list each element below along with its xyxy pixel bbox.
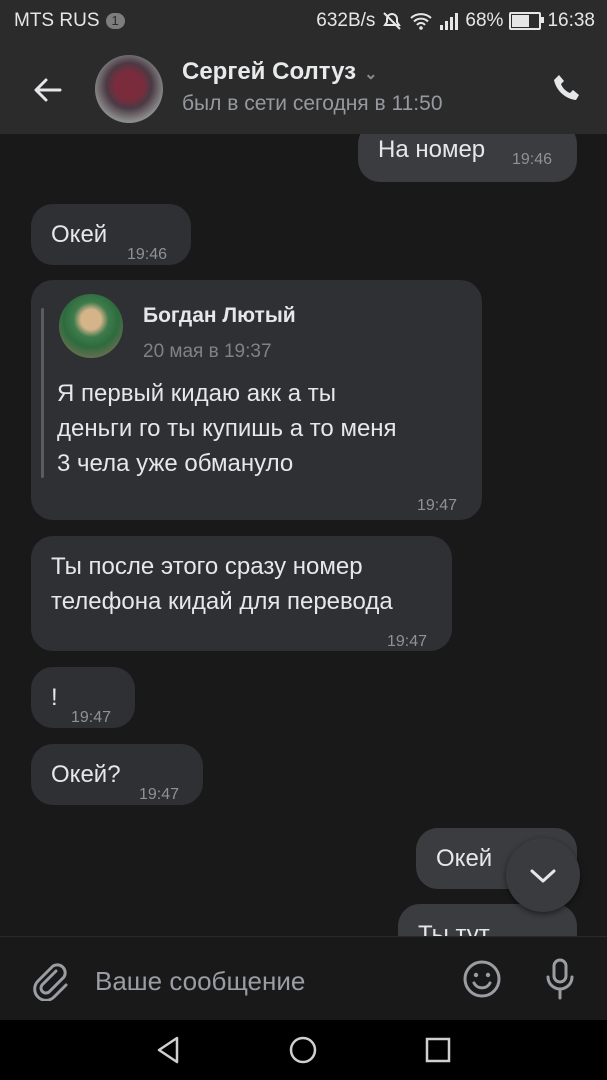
message-text: На номер — [378, 136, 486, 163]
message-time: 19:47 — [71, 709, 112, 726]
clock: 16:38 — [547, 10, 595, 31]
phone-icon[interactable] — [551, 72, 583, 104]
net-speed: 632B/s — [316, 10, 376, 31]
battery-percent: 68% — [465, 10, 504, 31]
message-bubble-incoming[interactable]: ! 19:47 — [31, 667, 135, 728]
status-bar: MTS RUS 1 632B/s 68% 16:38 — [0, 0, 607, 42]
message-input[interactable] — [95, 961, 435, 1001]
back-arrow-icon[interactable] — [30, 72, 66, 108]
paperclip-icon[interactable] — [28, 957, 68, 1001]
home-circle-icon[interactable] — [287, 1034, 319, 1066]
message-time: 19:47 — [417, 497, 458, 514]
message-text: Окей — [436, 845, 493, 872]
forwarded-author-name[interactable]: Богдан Лютый — [143, 298, 296, 333]
message-text: Ты тут — [418, 921, 490, 936]
recents-square-icon[interactable] — [422, 1034, 454, 1066]
notification-badge: 1 — [105, 13, 125, 29]
status-right: 632B/s 68% 16:38 — [316, 10, 595, 32]
message-composer — [0, 936, 607, 1021]
system-navigation-bar — [0, 1020, 607, 1080]
microphone-icon[interactable] — [540, 957, 580, 1001]
battery-fill — [512, 15, 529, 27]
contact-name-row[interactable]: Сергей Солтуз ⌄ — [182, 58, 377, 86]
message-text: ! — [51, 684, 58, 711]
wifi-icon — [410, 13, 433, 30]
signal-icon — [440, 13, 459, 30]
contact-avatar[interactable] — [95, 55, 163, 123]
message-list[interactable]: На номер 19:46 Окей 19:46 Богдан Лютый 2… — [0, 134, 607, 936]
status-left: MTS RUS 1 — [14, 10, 125, 32]
message-time: 19:47 — [139, 786, 180, 803]
carrier-name: MTS RUS — [14, 10, 100, 31]
forwarded-message-bubble[interactable]: Богдан Лютый 20 мая в 19:37 Я первый кид… — [31, 280, 482, 520]
message-bubble-incoming[interactable]: Окей? 19:47 — [31, 744, 203, 805]
chat-header: Сергей Солтуз ⌄ был в сети сегодня в 11:5… — [0, 42, 607, 134]
message-text: Ты после этого сразу номер телефона кида… — [51, 553, 393, 615]
forwarded-date: 20 мая в 19:37 — [143, 341, 272, 362]
message-time: 19:46 — [127, 246, 168, 263]
emoji-icon[interactable] — [462, 959, 502, 999]
mute-icon — [383, 12, 402, 30]
forward-quote-bar — [41, 308, 44, 478]
message-time: 19:46 — [512, 151, 553, 168]
last-seen-status: был в сети сегодня в 11:50 — [182, 92, 443, 115]
message-bubble-outgoing[interactable]: На номер 19:46 — [358, 134, 577, 182]
chevron-down-icon — [530, 869, 556, 883]
battery-icon — [509, 12, 545, 30]
message-text: Окей? — [51, 761, 121, 788]
message-bubble-incoming[interactable]: Окей 19:46 — [31, 204, 191, 265]
back-triangle-icon[interactable] — [153, 1034, 185, 1066]
contact-name: Сергей Солтуз — [182, 58, 357, 85]
message-text: Окей — [51, 221, 108, 248]
forwarded-text: Я первый кидаю акк а ты деньги го ты куп… — [57, 380, 397, 477]
message-time: 19:47 — [387, 633, 428, 650]
scroll-to-bottom-button[interactable] — [506, 838, 580, 912]
chevron-down-icon: ⌄ — [364, 66, 378, 83]
forwarded-author-avatar[interactable] — [59, 294, 123, 358]
message-bubble-incoming[interactable]: Ты после этого сразу номер телефона кида… — [31, 536, 452, 651]
